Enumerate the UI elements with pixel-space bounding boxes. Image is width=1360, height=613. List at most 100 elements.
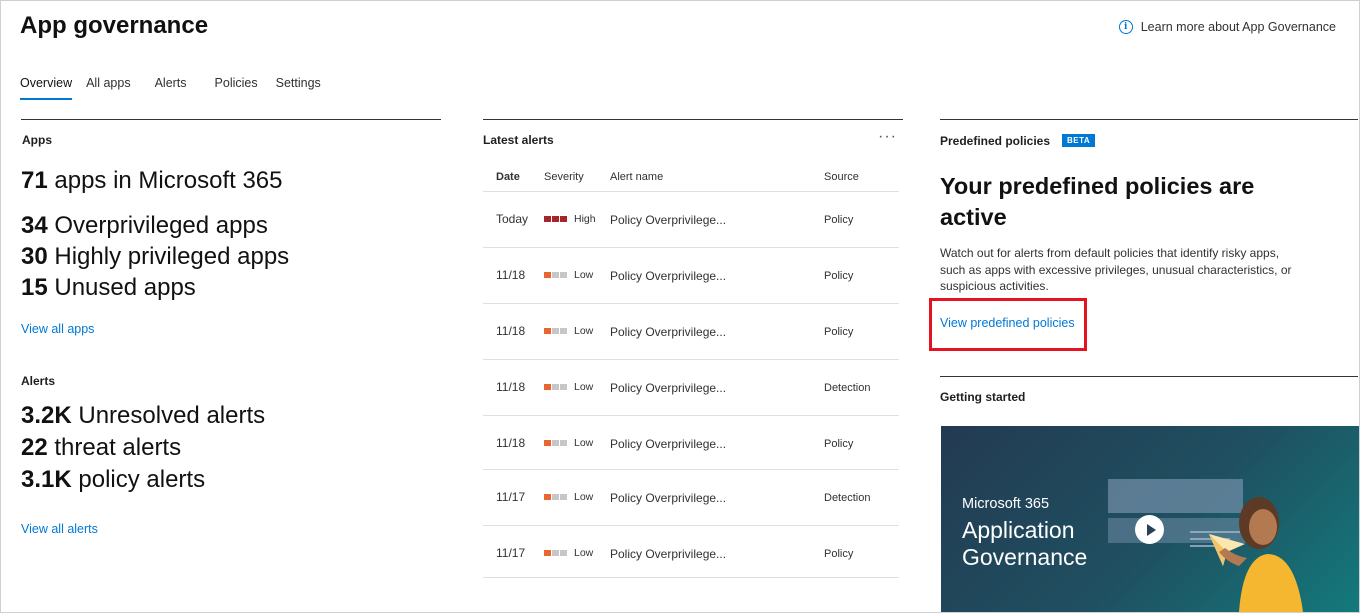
apps-overprivileged: 34 Overprivileged apps <box>21 212 268 239</box>
severity-bars <box>544 384 568 390</box>
severity-bar <box>560 272 567 278</box>
video-title: Application Governance <box>962 517 1088 570</box>
tab-alerts[interactable]: Alerts <box>155 76 187 99</box>
video-title-line1: Microsoft 365 <box>962 496 1050 512</box>
severity-indicator: Low <box>544 547 593 559</box>
alert-date: 11/17 <box>496 546 526 560</box>
learn-more-label: Learn more about App Governance <box>1140 20 1336 34</box>
severity-label: Low <box>574 381 594 393</box>
alert-date: 11/18 <box>496 268 526 282</box>
alert-name: Policy Overprivilege... <box>610 325 727 339</box>
alerts-section-label: Alerts <box>21 374 56 388</box>
person-illustration <box>1209 497 1303 612</box>
alerts-policy: 3.1K policy alerts <box>21 466 206 493</box>
severity-bar <box>544 272 551 278</box>
alert-date: Today <box>496 212 529 226</box>
severity-bar <box>544 328 551 334</box>
apps-section-label: Apps <box>22 133 52 147</box>
column-header-date[interactable]: Date <box>496 171 520 183</box>
severity-bars <box>544 272 568 278</box>
alert-name: Policy Overprivilege... <box>610 269 727 283</box>
view-predefined-policies-link[interactable]: View predefined policies <box>940 316 1075 330</box>
severity-bar <box>560 440 567 446</box>
severity-bar <box>552 216 559 222</box>
severity-label: Low <box>574 491 594 503</box>
column-header-severity[interactable]: Severity <box>544 171 584 183</box>
predefined-description: Watch out for alerts from default polici… <box>940 246 1292 293</box>
alert-source: Policy <box>824 214 854 226</box>
alert-date: 11/17 <box>496 490 526 504</box>
severity-indicator: Low <box>544 491 593 503</box>
severity-bars <box>544 550 568 556</box>
severity-bar <box>544 440 551 446</box>
apps-divider <box>21 119 441 120</box>
severity-bar <box>560 328 567 334</box>
severity-indicator: Low <box>544 437 593 449</box>
beta-badge: BETA <box>1062 134 1096 147</box>
severity-bars <box>544 216 568 222</box>
tab-bar: Overview All apps Alerts Policies Settin… <box>20 76 321 100</box>
learn-more-link[interactable]: i Learn more about App Governance <box>1118 20 1336 34</box>
alert-source: Policy <box>824 438 854 450</box>
apps-highly-privileged: 30 Highly privileged apps <box>21 243 290 270</box>
severity-bar <box>544 216 551 222</box>
column-header-source[interactable]: Source <box>824 171 859 183</box>
alerts-threat: 22 threat alerts <box>21 434 182 461</box>
severity-bar <box>560 494 567 500</box>
severity-bar <box>544 384 551 390</box>
alert-date: 11/18 <box>496 324 526 338</box>
alert-source: Policy <box>824 326 854 338</box>
severity-bars <box>544 440 568 446</box>
predefined-heading: Your predefined policies are active <box>940 173 1255 230</box>
severity-label: Low <box>574 547 594 559</box>
getting-started-video[interactable]: Microsoft 365 Application Governance <box>941 426 1359 612</box>
column-header-alert-name[interactable]: Alert name <box>610 171 663 183</box>
getting-started-label: Getting started <box>940 390 1026 404</box>
severity-bar <box>552 272 559 278</box>
alert-name: Policy Overprivilege... <box>610 437 727 451</box>
severity-bar <box>544 550 551 556</box>
severity-bar <box>544 494 551 500</box>
latest-alerts-label: Latest alerts <box>483 133 554 147</box>
severity-bar <box>552 550 559 556</box>
severity-bar <box>560 216 567 222</box>
alert-date: 11/18 <box>496 380 526 394</box>
severity-indicator: Low <box>544 325 593 337</box>
severity-label: Low <box>574 437 594 449</box>
severity-bar <box>552 494 559 500</box>
policies-divider <box>940 119 1358 120</box>
severity-label: Low <box>574 269 594 281</box>
severity-bars <box>544 494 568 500</box>
severity-indicator: Low <box>544 381 593 393</box>
alerts-unresolved: 3.2K Unresolved alerts <box>21 402 266 429</box>
view-all-apps-link[interactable]: View all apps <box>21 322 94 336</box>
severity-bar <box>560 550 567 556</box>
alert-source: Policy <box>824 270 854 282</box>
severity-bar <box>552 384 559 390</box>
alert-source: Policy <box>824 548 854 560</box>
alerts-divider <box>483 119 903 120</box>
predefined-policies-label: Predefined policies <box>940 134 1051 148</box>
alert-name: Policy Overprivilege... <box>610 213 727 227</box>
more-options-icon[interactable]: ··· <box>878 128 897 146</box>
alert-name: Policy Overprivilege... <box>610 381 727 395</box>
tab-settings[interactable]: Settings <box>276 76 321 99</box>
info-icon: i <box>1118 20 1133 34</box>
play-icon[interactable] <box>1135 515 1164 544</box>
page-title: App governance <box>20 12 209 39</box>
tab-policies[interactable]: Policies <box>215 76 258 99</box>
alert-source: Detection <box>824 382 871 394</box>
getting-started-divider <box>940 376 1358 377</box>
alert-name: Policy Overprivilege... <box>610 491 727 505</box>
severity-label: High <box>574 213 596 225</box>
alert-date: 11/18 <box>496 436 526 450</box>
severity-label: Low <box>574 325 594 337</box>
view-all-alerts-link[interactable]: View all alerts <box>21 522 98 536</box>
alert-source: Detection <box>824 492 871 504</box>
severity-bar <box>552 328 559 334</box>
alert-name: Policy Overprivilege... <box>610 547 727 561</box>
tab-overview[interactable]: Overview <box>20 76 73 100</box>
severity-indicator: Low <box>544 269 593 281</box>
severity-bar <box>560 384 567 390</box>
tab-all-apps[interactable]: All apps <box>86 76 130 99</box>
